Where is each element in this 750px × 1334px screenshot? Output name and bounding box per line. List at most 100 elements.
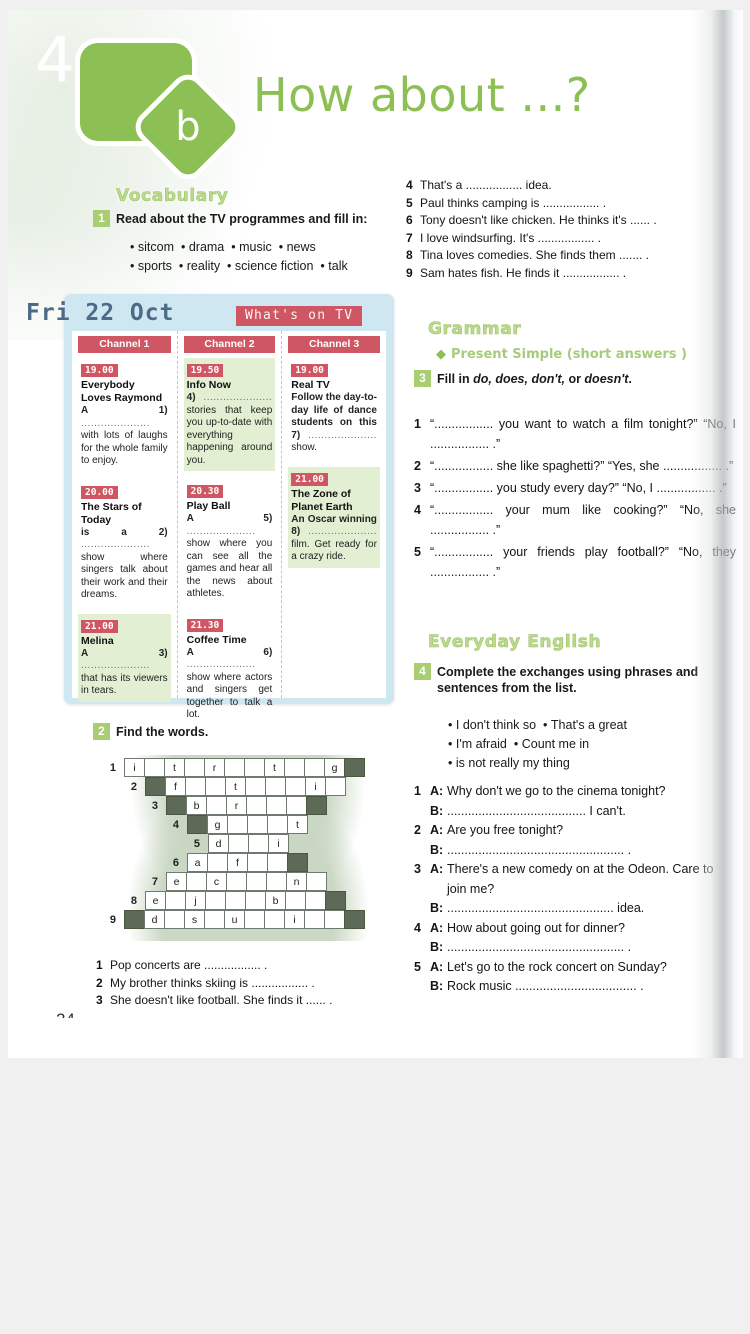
item-number: 8 (406, 248, 413, 262)
tv-programme: 21.00 The Zone of Planet Earth An Oscar wi… (288, 466, 380, 568)
crossword-cell[interactable] (227, 815, 248, 834)
crossword-cell[interactable]: b (265, 891, 286, 910)
crossword-cell[interactable] (285, 891, 306, 910)
crossword-cell[interactable] (205, 777, 226, 796)
crossword-cell[interactable]: g (324, 758, 345, 777)
tv-programme-description: A 5) ..................... show where yo… (186, 513, 273, 599)
tv-programme-description: is a 2) ..................... show where… (81, 526, 168, 601)
tv-programme: 21.00 Melina A 3) ..................... th… (78, 613, 171, 702)
crossword-blocked-cell (344, 758, 365, 777)
crossword-cell[interactable]: r (226, 796, 247, 815)
crossword-row: dsu i (124, 910, 365, 929)
crossword-cell[interactable] (306, 872, 327, 891)
tv-programme: 19.50 Info Now 4) ..................... st… (183, 358, 276, 471)
crossword-cell[interactable] (246, 872, 267, 891)
crossword-cell[interactable]: f (165, 777, 186, 796)
exercise-1-continued-items: 4 That's a ................. idea. 5 Paul t… (406, 177, 726, 282)
crossword-cell[interactable] (324, 910, 345, 929)
crossword-row: ej b (145, 891, 346, 910)
crossword-cell[interactable] (205, 891, 226, 910)
crossword-cell[interactable] (285, 777, 306, 796)
crossword-cell[interactable] (284, 758, 305, 777)
tv-programme-time: 19.50 (186, 364, 224, 377)
crossword-cell[interactable] (184, 758, 205, 777)
crossword-cell[interactable] (144, 758, 165, 777)
crossword-cell[interactable] (264, 910, 285, 929)
crossword-cell[interactable] (286, 796, 307, 815)
tv-programme-title: Coffee Time (186, 633, 247, 646)
crossword-cell[interactable]: t (225, 777, 246, 796)
crossword-cell[interactable]: c (206, 872, 227, 891)
exchange-speaker-b: B: Rock music ...........................… (414, 977, 736, 997)
crossword-cell[interactable]: i (305, 777, 326, 796)
speaker-label: A: (430, 784, 444, 798)
crossword-cell[interactable] (244, 910, 265, 929)
crossword-cell[interactable] (245, 891, 266, 910)
crossword-cell[interactable] (228, 834, 249, 853)
exercise-4-exchanges: 1 A: Why don't we go to the cinema tonight… (414, 782, 736, 997)
crossword-cell[interactable] (244, 758, 265, 777)
exercise-1-word-bank: • sitcom • drama • music • news • sports… (130, 238, 393, 276)
tv-guide-date: Fri 22 Oct (26, 300, 175, 326)
exchange-speaker-b: B:......................................… (414, 841, 736, 861)
crossword-row: af (187, 853, 308, 872)
tv-guide-columns: Channel 1 19.00 Everybody Loves Raymond A 1… (72, 331, 386, 720)
crossword-cell[interactable] (204, 910, 225, 929)
crossword-cell[interactable] (165, 891, 186, 910)
exercise-4-instruction: Complete the exchanges using phrases and… (437, 665, 699, 695)
item-number: 5 (414, 545, 421, 559)
crossword-cell[interactable]: d (208, 834, 229, 853)
crossword-cell[interactable] (266, 872, 287, 891)
crossword-cell[interactable] (265, 777, 286, 796)
crossword-cell[interactable] (245, 777, 266, 796)
crossword-cell[interactable] (225, 891, 246, 910)
crossword-cell[interactable] (164, 910, 185, 929)
crossword-cell[interactable] (267, 853, 288, 872)
crossword-cell[interactable] (325, 777, 346, 796)
crossword-cell[interactable]: g (207, 815, 228, 834)
phrase-item: I'm afraid (455, 737, 507, 751)
crossword-cell[interactable]: j (185, 891, 206, 910)
tv-programme-time: 21.00 (291, 472, 328, 486)
crossword-cell[interactable] (304, 758, 325, 777)
crossword-cell[interactable] (247, 815, 268, 834)
crossword-cell[interactable]: b (186, 796, 207, 815)
crossword-cell[interactable]: t (264, 758, 285, 777)
crossword-blocked-cell (124, 910, 145, 929)
crossword-cell[interactable] (304, 910, 325, 929)
crossword-cell[interactable]: e (145, 891, 166, 910)
crossword-cell[interactable]: t (287, 815, 308, 834)
exercise-1-item: 8 Tina loves comedies. She finds them ...… (406, 247, 726, 265)
crossword-cell[interactable] (267, 815, 288, 834)
crossword-cell[interactable] (185, 777, 206, 796)
crossword-cell[interactable] (224, 758, 245, 777)
phrase-item: I don't think so (455, 718, 537, 732)
crossword-cell[interactable]: n (286, 872, 307, 891)
exercise-3-item: 1 “................. you want to watch a … (414, 414, 736, 454)
crossword-cell[interactable] (247, 853, 268, 872)
tv-programme-description: A 1) ..................... with lots of … (81, 405, 168, 466)
crossword-cell[interactable]: r (204, 758, 225, 777)
crossword-cell[interactable] (186, 872, 207, 891)
crossword-cell[interactable]: i (268, 834, 289, 853)
crossword-cell[interactable] (206, 796, 227, 815)
crossword-cell[interactable] (226, 872, 247, 891)
crossword-cell[interactable]: s (184, 910, 205, 929)
crossword-cell[interactable]: t (164, 758, 185, 777)
crossword-cell[interactable] (246, 796, 267, 815)
crossword-cell[interactable]: a (187, 853, 208, 872)
crossword-cell[interactable]: d (144, 910, 165, 929)
crossword-cell[interactable]: i (124, 758, 145, 777)
exercise-4-phrase-bank: • I don't think so • That's a great • I'm… (448, 716, 738, 773)
crossword-cell[interactable] (266, 796, 287, 815)
crossword-cell[interactable]: e (166, 872, 187, 891)
tv-channel-column: Channel 1 19.00 Everybody Loves Raymond A 1… (72, 331, 177, 702)
item-number: 2 (414, 823, 421, 837)
crossword-cell[interactable] (305, 891, 326, 910)
crossword-cell[interactable]: i (284, 910, 305, 929)
crossword-cell[interactable] (248, 834, 269, 853)
page-bottom-margin (8, 1018, 743, 1058)
crossword-cell[interactable] (207, 853, 228, 872)
crossword-cell[interactable]: f (227, 853, 248, 872)
crossword-cell[interactable]: u (224, 910, 245, 929)
